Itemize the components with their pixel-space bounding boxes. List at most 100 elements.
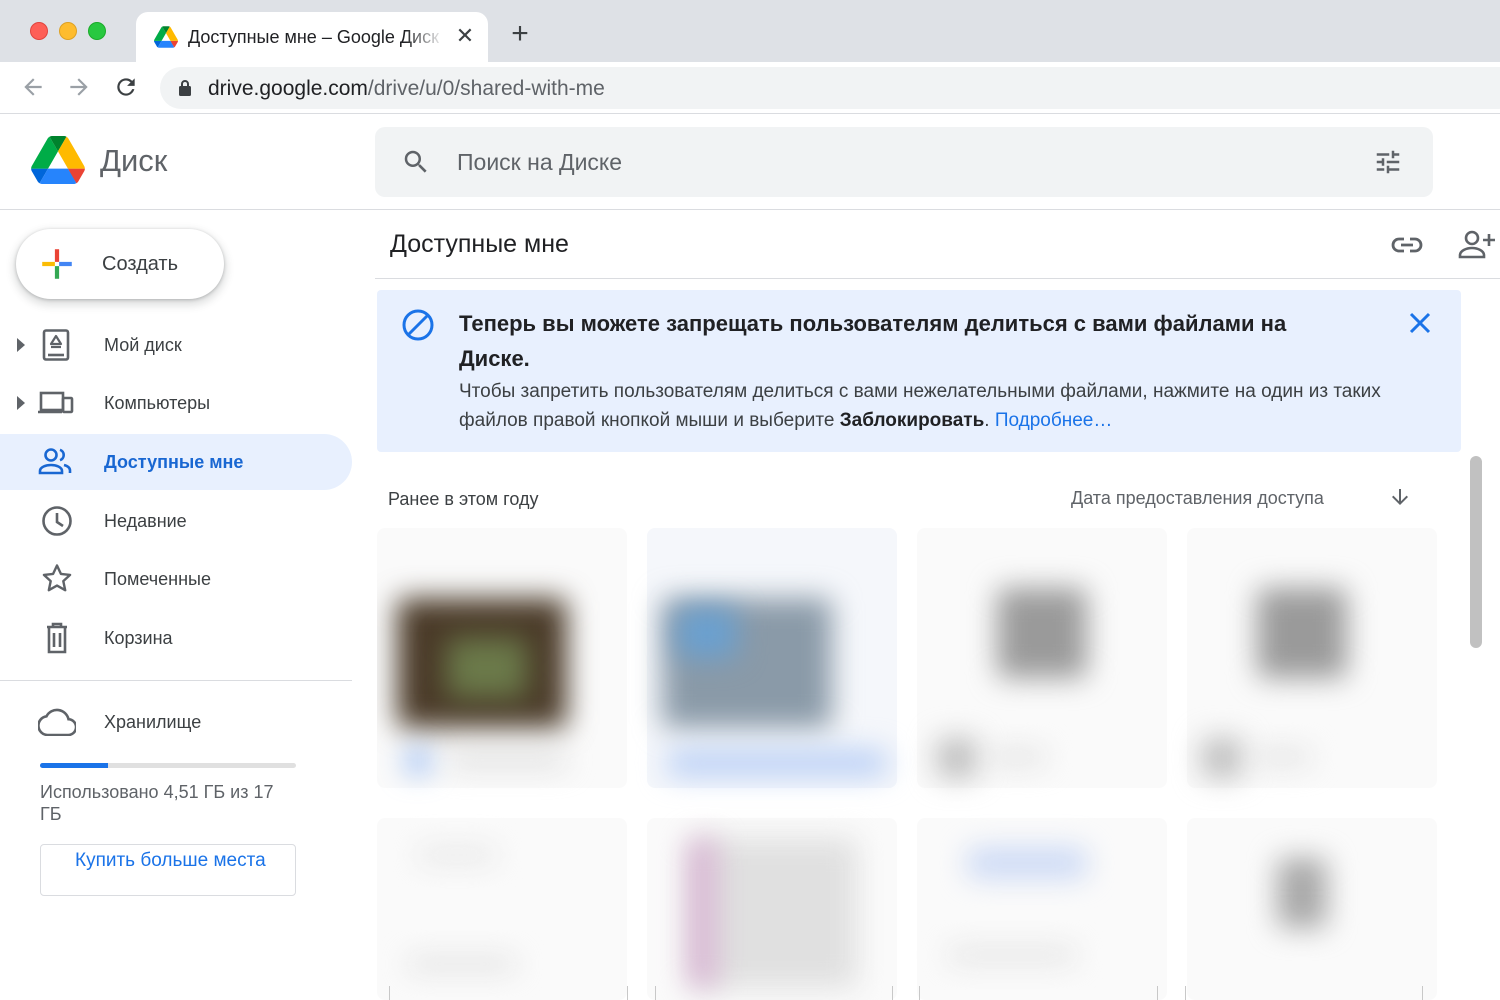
card-border [919, 986, 920, 1000]
file-thumbnail-detail [687, 838, 717, 988]
file-card[interactable] [647, 528, 897, 788]
computers-icon [38, 391, 74, 414]
buy-storage-button[interactable]: Купить больше места [40, 844, 296, 896]
storage-usage-bar [40, 763, 296, 768]
sidebar-item-my-drive[interactable]: Мой диск [0, 317, 352, 373]
sort-direction-icon[interactable] [1388, 485, 1412, 509]
main-divider [375, 278, 1500, 279]
page-title: Доступные мне [390, 230, 569, 258]
learn-more-link[interactable]: Подробнее… [995, 410, 1113, 431]
app-header: Диск [0, 115, 1500, 210]
browser-tabstrip: Доступные мне – Google Диск ✕ + [0, 0, 1500, 62]
sidebar-item-label: Недавние [104, 511, 187, 531]
tab-title: Доступные мне – Google Диск [188, 27, 439, 47]
new-tab-button[interactable]: + [506, 19, 534, 49]
search-options-icon[interactable] [1373, 147, 1403, 177]
file-name [1252, 750, 1312, 764]
card-border [1185, 986, 1186, 1000]
sidebar-item-label: Помеченные [104, 569, 211, 589]
lock-icon [179, 80, 191, 96]
drive-logo-icon[interactable] [31, 136, 85, 184]
browser-toolbar: drive.google.com/drive/u/0/shared-with-m… [0, 62, 1500, 114]
app-name[interactable]: Диск [100, 143, 167, 179]
buy-storage-label: Купить больше места [75, 850, 266, 871]
browser-tab-active[interactable]: Доступные мне – Google Диск ✕ [136, 12, 488, 62]
sidebar-item-label: Корзина [104, 628, 173, 648]
expand-arrow-icon[interactable] [17, 396, 25, 410]
expand-arrow-icon[interactable] [17, 338, 25, 352]
sidebar-divider [0, 680, 352, 681]
search-bar [375, 127, 1433, 197]
sidebar-item-label: Доступные мне [104, 452, 244, 472]
file-card[interactable] [1187, 818, 1437, 1000]
card-border [1422, 986, 1423, 1000]
close-icon[interactable] [1407, 310, 1433, 336]
create-button[interactable]: Создать [16, 229, 224, 299]
storage-usage-text: Использовано 4,51 ГБ из 17 ГБ [40, 782, 274, 824]
file-thumbnail [417, 848, 497, 862]
file-preview-text [947, 948, 1077, 962]
cloud-icon [38, 708, 76, 736]
file-thumbnail [1277, 858, 1327, 928]
my-drive-icon [42, 329, 70, 361]
sidebar-item-shared-with-me[interactable]: Доступные мне [0, 434, 352, 490]
file-type-icon [937, 738, 977, 778]
file-card[interactable] [377, 528, 627, 788]
sidebar-item-label: Мой диск [104, 335, 182, 355]
file-card[interactable] [917, 528, 1167, 788]
file-name [987, 750, 1047, 764]
file-grid [377, 528, 1437, 1000]
sidebar-item-label: Компьютеры [104, 393, 211, 413]
file-card[interactable] [917, 818, 1167, 1000]
storage-usage-fill [40, 763, 108, 768]
file-thumbnail-detail [447, 638, 527, 698]
url-text: drive.google.com/drive/u/0/shared-with-m… [208, 77, 605, 100]
file-thumbnail [1257, 588, 1347, 678]
back-arrow-icon[interactable] [20, 74, 46, 100]
file-name [447, 754, 567, 766]
card-border [655, 986, 656, 1000]
block-icon [402, 309, 434, 341]
sort-button[interactable]: Дата предоставления доступа [1071, 487, 1324, 509]
plus-icon [42, 249, 72, 279]
card-border [627, 986, 628, 1000]
add-person-icon[interactable] [1458, 229, 1496, 259]
trash-icon [47, 622, 67, 654]
sidebar-item-starred[interactable]: Помеченные [0, 551, 352, 607]
link-icon[interactable] [1390, 232, 1424, 258]
scrollbar-thumb[interactable] [1470, 456, 1482, 648]
card-border [389, 986, 390, 1000]
window-zoom-button[interactable] [88, 22, 106, 40]
storage-label[interactable]: Хранилище [104, 711, 201, 733]
sidebar-item-computers[interactable]: Компьютеры [0, 375, 352, 431]
banner-text: Чтобы запретить пользователям делиться с… [459, 381, 1381, 431]
file-thumbnail-detail [677, 608, 737, 658]
file-card[interactable] [1187, 528, 1437, 788]
card-border [1157, 986, 1158, 1000]
file-thumbnail [697, 838, 857, 988]
window-close-button[interactable] [30, 22, 48, 40]
file-thumbnail [997, 588, 1087, 678]
search-input[interactable] [457, 145, 1337, 179]
file-thumbnail [967, 848, 1087, 878]
shared-people-icon [38, 448, 72, 475]
search-icon[interactable] [401, 147, 431, 177]
file-name [667, 750, 887, 776]
window-minimize-button[interactable] [59, 22, 77, 40]
file-preview-text [407, 958, 517, 970]
sidebar-item-trash[interactable]: Корзина [0, 610, 352, 666]
forward-arrow-icon[interactable] [66, 74, 92, 100]
tab-close-icon[interactable]: ✕ [454, 25, 476, 47]
file-card[interactable] [647, 818, 897, 1000]
star-icon [42, 564, 72, 592]
create-button-label: Создать [102, 253, 179, 275]
clock-icon [42, 506, 72, 536]
address-bar[interactable]: drive.google.com/drive/u/0/shared-with-m… [160, 67, 1500, 109]
banner-title: Теперь вы можете запрещать пользователям… [459, 311, 1287, 371]
file-card[interactable] [377, 818, 627, 1000]
file-type-icon [1202, 738, 1242, 778]
info-banner: Теперь вы можете запрещать пользователям… [377, 290, 1461, 452]
sidebar-item-recent[interactable]: Недавние [0, 493, 352, 549]
drive-favicon-icon [154, 26, 178, 48]
reload-icon[interactable] [113, 74, 139, 100]
